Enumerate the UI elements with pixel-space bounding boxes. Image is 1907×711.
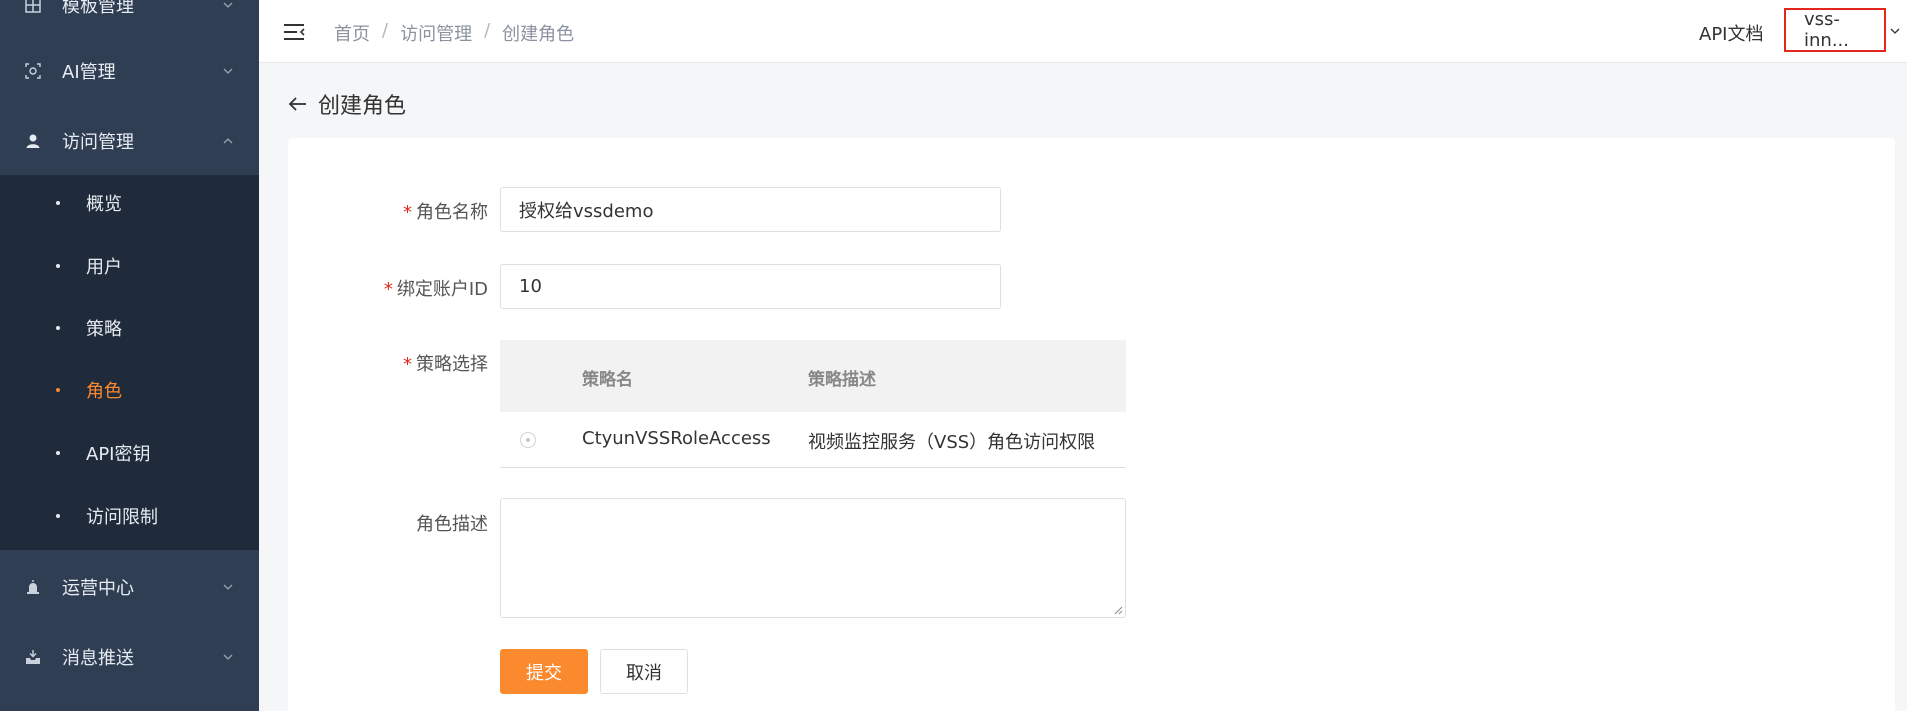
- breadcrumb: 首页 / 访问管理 / 创建角色: [334, 20, 575, 46]
- cancel-button[interactable]: 取消: [600, 649, 688, 694]
- submenu-label: 角色: [86, 381, 122, 402]
- menu-item-operations[interactable]: 运营中心: [0, 552, 259, 622]
- api-doc-link[interactable]: API文档: [1699, 20, 1763, 46]
- menu-label: 模板管理: [62, 0, 134, 17]
- menu-label: AI管理: [62, 62, 116, 83]
- access-submenu: 概览 用户 策略 角色 API密钥 访问限制: [0, 175, 259, 550]
- submenu-item-api-keys[interactable]: API密钥: [0, 425, 259, 481]
- account-id-label: * 绑定账户ID: [383, 279, 488, 300]
- resize-handle-icon[interactable]: [1113, 605, 1123, 615]
- grid-icon: [24, 0, 42, 14]
- menu-item-template[interactable]: 模板管理: [0, 0, 259, 40]
- submenu-item-users[interactable]: 用户: [0, 238, 259, 294]
- menu-item-access[interactable]: 访问管理: [0, 106, 259, 176]
- policy-name: CtyunVSSRoleAccess: [582, 428, 771, 449]
- submenu-item-policies[interactable]: 策略: [0, 300, 259, 356]
- required-mark: *: [403, 354, 412, 375]
- submenu-label: 概览: [86, 194, 122, 215]
- page-title-text: 创建角色: [318, 94, 407, 119]
- submenu-item-overview[interactable]: 概览: [0, 175, 259, 231]
- menu-label: 访问管理: [62, 132, 134, 153]
- submenu-item-access-limit[interactable]: 访问限制: [0, 488, 259, 544]
- required-mark: *: [383, 279, 393, 300]
- chevron-down-icon: [223, 68, 233, 74]
- user-icon: [24, 132, 42, 150]
- menu-label: 消息推送: [62, 648, 134, 669]
- menu-label: 运营中心: [62, 578, 134, 599]
- back-arrow-icon[interactable]: [288, 96, 308, 112]
- account-id-input[interactable]: 10: [500, 264, 1001, 309]
- breadcrumb-home[interactable]: 首页: [334, 20, 370, 46]
- sidebar: 模板管理 AI管理 访问管理 概览 用户 策略 角色 API密钥 访问限制 运营…: [0, 0, 259, 711]
- column-header-desc: 策略描述: [808, 370, 876, 390]
- role-name-label: * 角色名称: [403, 202, 488, 223]
- policy-label: * 策略选择: [403, 354, 488, 375]
- policy-desc: 视频监控服务（VSS）角色访问权限: [808, 432, 1096, 453]
- role-name-input[interactable]: 授权给vssdemo: [500, 187, 1001, 232]
- required-mark: *: [403, 202, 412, 223]
- policy-table: 策略名 策略描述 CtyunVSSRoleAccess 视频监控服务（VSS）角…: [500, 340, 1126, 468]
- user-menu[interactable]: vss-inn...: [1784, 8, 1886, 52]
- chevron-down-icon: [223, 584, 233, 590]
- menu-collapse-icon[interactable]: [283, 22, 305, 42]
- column-header-name: 策略名: [582, 370, 633, 390]
- ai-camera-icon: [24, 62, 42, 80]
- policy-radio[interactable]: [520, 432, 536, 448]
- table-header: 策略名 策略描述: [500, 340, 1126, 412]
- top-header: 首页 / 访问管理 / 创建角色 API文档 vss-inn...: [259, 0, 1907, 63]
- chevron-down-icon: [223, 654, 233, 660]
- breadcrumb-current: 创建角色: [502, 24, 575, 45]
- breadcrumb-access[interactable]: 访问管理: [400, 20, 472, 46]
- submenu-label: 策略: [86, 319, 122, 340]
- role-desc-textarea[interactable]: [500, 498, 1126, 618]
- table-row[interactable]: CtyunVSSRoleAccess 视频监控服务（VSS）角色访问权限: [500, 412, 1126, 468]
- page-title: 创建角色: [288, 88, 406, 120]
- chevron-down-icon: [223, 2, 233, 8]
- chevron-up-icon: [223, 138, 233, 144]
- inbox-icon: [24, 648, 42, 666]
- submenu-item-roles[interactable]: 角色: [0, 362, 259, 418]
- submenu-label: 用户: [86, 257, 122, 278]
- submenu-label: API密钥: [86, 444, 151, 465]
- submit-button[interactable]: 提交: [500, 649, 588, 694]
- alarm-icon: [24, 578, 42, 596]
- submenu-label: 访问限制: [86, 507, 158, 528]
- chevron-down-icon[interactable]: [1889, 26, 1901, 36]
- user-name: vss-inn...: [1804, 9, 1849, 51]
- menu-item-messages[interactable]: 消息推送: [0, 622, 259, 692]
- role-desc-label: 角色描述: [416, 514, 488, 535]
- menu-item-ai[interactable]: AI管理: [0, 36, 259, 106]
